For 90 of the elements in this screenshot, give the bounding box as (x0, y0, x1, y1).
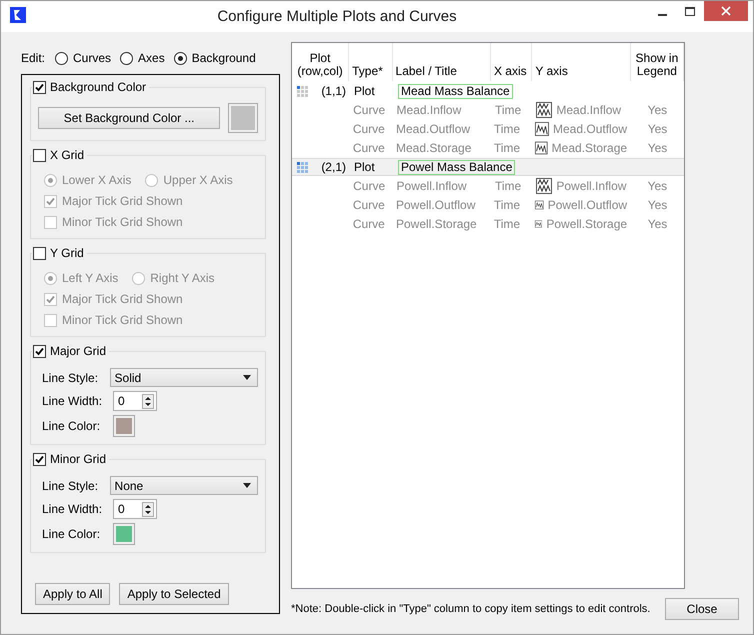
table-cell: Yes (648, 103, 668, 117)
color-swatch[interactable] (113, 415, 135, 437)
table-cell: Powell.Inflow (556, 179, 626, 193)
table-cell: Time (494, 179, 522, 193)
table-cell: Time (494, 217, 520, 231)
column-header[interactable]: Plot (row,col) (292, 43, 350, 81)
close-window-button[interactable] (704, 1, 748, 21)
radio-button[interactable] (120, 52, 134, 64)
table-cell: Mead.Outflow (396, 122, 470, 136)
maximize-icon (685, 6, 695, 16)
table-cell: Powell.Outflow (396, 198, 476, 212)
close-button[interactable]: Close (665, 598, 739, 620)
checkbox[interactable] (33, 80, 46, 94)
caret-icon (243, 375, 251, 380)
table-cell: Mead.Inflow (396, 103, 462, 117)
column-header[interactable]: X axis (490, 43, 532, 81)
minimize-icon (658, 14, 666, 16)
table-cell: Time (494, 122, 520, 136)
radio-label[interactable]: Curves (73, 51, 112, 65)
checkbox[interactable] (33, 246, 46, 260)
table-cell: Mead.Storage (552, 141, 628, 155)
table-cell: (1,1) (321, 84, 346, 98)
grid-icon (296, 84, 309, 98)
line-style-dropdown[interactable]: Solid (110, 368, 258, 387)
checkbox[interactable] (33, 452, 46, 466)
column-header[interactable]: Y axis (532, 43, 631, 81)
line-width-field[interactable]: 0 (113, 391, 157, 411)
radio-button[interactable] (55, 52, 68, 64)
color-swatch[interactable] (228, 103, 258, 133)
table-cell: Powell.Outflow (548, 198, 628, 212)
plot-row[interactable]: (1,1) Plot Mead Mass Balance (292, 82, 684, 100)
table-cell: Mead.Inflow (556, 103, 622, 117)
edit-label: Edit: (21, 51, 46, 65)
table-cell: Time (494, 198, 520, 212)
radio-label[interactable]: Background (192, 51, 256, 65)
field-label: Line Style: (42, 478, 100, 492)
radio-label[interactable]: Axes (138, 51, 165, 65)
curve-icon (535, 140, 548, 156)
table-cell: Yes (648, 198, 668, 212)
curve-icon (536, 178, 552, 194)
table-cell: Curve (352, 217, 385, 231)
field-label: Line Color: (42, 419, 102, 433)
field-label: Line Style: (42, 370, 100, 384)
radio-button[interactable] (174, 52, 187, 64)
field-label: Line Color: (42, 527, 102, 541)
close-icon (721, 6, 731, 16)
field-label: Line Width: (42, 394, 104, 408)
table-cell: Yes (648, 217, 668, 231)
table-cell: (2,1) (321, 160, 346, 174)
line-style-dropdown[interactable]: None (110, 476, 258, 495)
table-cell: Time (494, 103, 522, 117)
table-cell: Mead.Storage (396, 141, 472, 155)
column-header[interactable]: Show in Legend (630, 43, 684, 81)
table-cell: Plot (354, 160, 375, 174)
window-title: Configure Multiple Plots and Curves (216, 7, 458, 25)
apply-button[interactable]: Apply to All (35, 583, 110, 605)
color-swatch[interactable] (113, 523, 135, 545)
table-cell: Curve (352, 141, 385, 155)
column-header[interactable]: Label / Title (392, 43, 491, 81)
grid-icon (296, 160, 309, 174)
table-cell: Yes (648, 141, 668, 155)
note-text: *Note: Double-click in "Type" column to copy item settings to edit controls. (291, 603, 650, 615)
table-cell: Curve (352, 198, 385, 212)
table-cell: Plot (354, 84, 375, 98)
table-cell: Powell.Storage (396, 217, 477, 231)
table-cell: Powell.Inflow (396, 179, 467, 193)
checkbox[interactable] (33, 344, 46, 358)
set-color-button[interactable]: Set Background Color ... (38, 107, 220, 129)
curve-icon (536, 102, 552, 118)
plot-title-field[interactable]: Powel Mass Balance (398, 160, 516, 174)
table-cell: Curve (352, 122, 385, 136)
plot-row[interactable]: (2,1) Plot Powel Mass Balance (292, 158, 684, 176)
table-cell: Curve (353, 103, 386, 117)
table-cell: Yes (648, 179, 668, 193)
line-width-field[interactable]: 0 (113, 499, 157, 519)
table-cell: Time (494, 141, 520, 155)
apply-button[interactable]: Apply to Selected (119, 583, 229, 605)
checkbox[interactable] (33, 148, 46, 162)
spinner-icon[interactable] (142, 502, 154, 516)
table-cell: Yes (648, 122, 668, 136)
column-header[interactable]: Type* (349, 43, 393, 81)
curve-icon (535, 121, 550, 137)
table-cell: Mead.Outflow (553, 122, 628, 136)
app-logo (10, 7, 26, 23)
table-cell: Curve (353, 179, 386, 193)
spinner-icon[interactable] (142, 394, 154, 408)
plot-title-field[interactable]: Mead Mass Balance (398, 84, 513, 98)
field-label: Line Width: (42, 502, 104, 516)
table-cell: Powell.Storage (546, 217, 628, 231)
caret-icon (243, 483, 251, 488)
